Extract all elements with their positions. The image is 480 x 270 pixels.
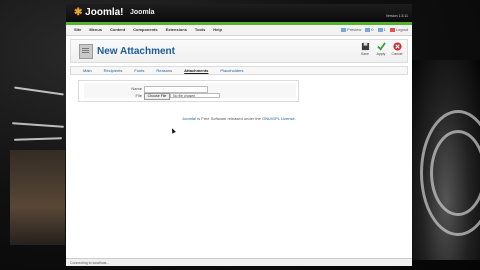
- choose-file-button[interactable]: Choose File: [144, 93, 170, 100]
- menu-item-site[interactable]: Site: [70, 27, 85, 32]
- toolbar-box: New Attachment Save Apply Cancel: [70, 39, 408, 63]
- status-links: Preview 0 1 Logout: [341, 27, 408, 32]
- menu-item-content[interactable]: Content: [106, 27, 129, 32]
- users-link[interactable]: 1: [377, 27, 386, 32]
- logout-icon: [389, 27, 395, 32]
- menu-item-extensions[interactable]: Extensions: [162, 27, 191, 32]
- browser-statusbar: Connecting to localhost...: [66, 258, 412, 266]
- license-link[interactable]: GNU/GPL License.: [262, 116, 296, 121]
- menu-item-tools[interactable]: Tools: [191, 27, 209, 32]
- name-label: Name: [131, 86, 142, 91]
- version-label: Version 1.5.11: [385, 14, 408, 18]
- cancel-icon: [392, 42, 402, 51]
- apply-button[interactable]: Apply: [373, 42, 389, 56]
- save-button[interactable]: Save: [357, 42, 373, 56]
- check-icon: [376, 42, 386, 51]
- tab-attachments[interactable]: Attachments: [178, 67, 214, 74]
- form-panel: Name File Choose File No file chosen: [84, 83, 296, 100]
- footer: Joomla! is Free Software released under …: [66, 116, 412, 121]
- tab-placeholders[interactable]: Placeholders: [214, 67, 249, 74]
- save-icon: [361, 42, 369, 51]
- page-icon: [79, 44, 93, 59]
- page-title: New Attachment: [97, 46, 175, 57]
- file-label: File: [135, 93, 142, 98]
- tab-main[interactable]: Main: [77, 67, 98, 74]
- admin-header: ✱ Joomla! Joomla Version 1.5.11: [66, 4, 412, 22]
- background-wheel: [430, 130, 480, 216]
- admin-menubar: Site Menus Content Components Extensions…: [66, 25, 412, 36]
- tab-bar: Main Recipients Fonts Reasons Attachment…: [70, 66, 408, 75]
- mail-icon: [365, 27, 371, 32]
- background-road: [10, 150, 65, 245]
- tab-reasons[interactable]: Reasons: [150, 67, 178, 74]
- file-input-value: No file chosen: [170, 93, 220, 98]
- joomla-link[interactable]: Joomla!: [182, 116, 196, 121]
- joomla-logo: ✱ Joomla!: [74, 7, 124, 18]
- main-menu: Site Menus Content Components Extensions…: [70, 27, 226, 32]
- logout-link[interactable]: Logout: [389, 27, 408, 32]
- menu-item-menus[interactable]: Menus: [85, 27, 106, 32]
- menu-item-help[interactable]: Help: [209, 27, 226, 32]
- cancel-button[interactable]: Cancel: [389, 42, 405, 56]
- menu-item-components[interactable]: Components: [129, 27, 161, 32]
- mouse-cursor: [170, 127, 176, 134]
- preview-icon: [341, 27, 347, 32]
- tab-recipients[interactable]: Recipients: [98, 67, 129, 74]
- users-icon: [377, 27, 383, 32]
- footer-text: is Free Software released under the: [196, 116, 262, 121]
- tab-fonts[interactable]: Fonts: [128, 67, 150, 74]
- attachment-form: Name File Choose File No file chosen: [78, 80, 299, 102]
- joomla-logo-text: Joomla!: [85, 7, 124, 18]
- messages-link[interactable]: 0: [365, 27, 374, 32]
- browser-window: ✱ Joomla! Joomla Version 1.5.11 Site Men…: [66, 4, 412, 266]
- name-input[interactable]: [144, 86, 208, 93]
- joomla-logo-icon: ✱: [74, 7, 83, 18]
- site-name: Joomla: [130, 9, 155, 16]
- preview-link[interactable]: Preview: [341, 27, 361, 32]
